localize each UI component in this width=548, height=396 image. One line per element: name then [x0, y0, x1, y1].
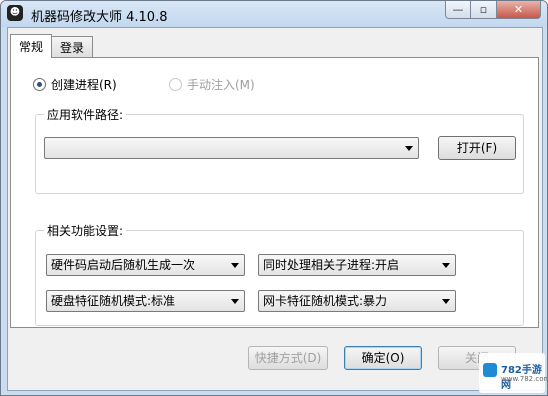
software-path-label: 应用软件路径: — [44, 106, 127, 123]
dropdown-arrow-icon — [405, 146, 413, 151]
tab-login[interactable]: 登录 — [52, 36, 94, 58]
disk-mode-value: 硬盘特征随机模式:标准 — [51, 294, 176, 308]
maximize-icon: ▫ — [479, 3, 488, 16]
app-icon: ☻ — [7, 5, 23, 21]
radio-create-process[interactable]: 创建进程(R) — [33, 76, 117, 93]
maximize-button[interactable]: ▫ — [471, 1, 497, 19]
shortcut-button: 快捷方式(D) — [248, 346, 328, 370]
settings-label: 相关功能设置: — [44, 222, 127, 239]
watermark-url: www.782.com — [501, 375, 548, 383]
child-process-value: 同时处理相关子进程:开启 — [263, 258, 400, 272]
close-icon: ✕ — [513, 3, 524, 16]
window-title: 机器码修改大师 4.10.8 — [31, 10, 168, 25]
radio-button-disabled — [169, 78, 182, 91]
site-watermark: 782手游网 www.782.com — [479, 353, 548, 393]
watermark-logo-icon — [483, 363, 497, 377]
minimize-button[interactable]: — — [445, 1, 471, 19]
radio-manual-inject: 手动注入(M) — [169, 76, 255, 93]
radio-create-process-label: 创建进程(R) — [51, 78, 117, 92]
tab-general[interactable]: 常规 — [10, 34, 53, 58]
window-controls: — ▫ ✕ — [445, 1, 541, 20]
disk-mode-select[interactable]: 硬盘特征随机模式:标准 — [46, 290, 245, 312]
hardware-code-select[interactable]: 硬件码启动后随机生成一次 — [46, 254, 245, 276]
software-path-group: 应用软件路径: 打开(F) — [35, 106, 524, 194]
close-window-button[interactable]: ✕ — [497, 1, 541, 19]
hardware-code-value: 硬件码启动后随机生成一次 — [51, 258, 196, 272]
tab-panel-general: 创建进程(R) 手动注入(M) 应用软件路径: 打开(F) 相关功能设置: 硬件… — [10, 57, 539, 328]
settings-group: 相关功能设置: 硬件码启动后随机生成一次 同时处理相关子进程:开启 硬盘特征随机… — [35, 222, 524, 326]
dropdown-arrow-icon — [231, 299, 239, 304]
dropdown-arrow-icon — [442, 299, 450, 304]
app-window: ☻ 机器码修改大师 4.10.8 — ▫ ✕ 常规 登录 创建进程(R) 手动注… — [0, 0, 548, 396]
minimize-icon: — — [452, 3, 464, 16]
ok-button[interactable]: 确定(O) — [344, 346, 422, 370]
child-process-select[interactable]: 同时处理相关子进程:开启 — [258, 254, 456, 276]
title-bar[interactable]: ☻ 机器码修改大师 4.10.8 — ▫ ✕ — [1, 1, 547, 27]
dropdown-arrow-icon — [231, 263, 239, 268]
software-path-combobox[interactable] — [44, 137, 419, 159]
dialog-body: 常规 登录 创建进程(R) 手动注入(M) 应用软件路径: 打开(F) 相关功能… — [7, 27, 543, 391]
nic-mode-select[interactable]: 网卡特征随机模式:暴力 — [258, 290, 456, 312]
tab-strip: 常规 登录 — [10, 34, 94, 58]
nic-mode-value: 网卡特征随机模式:暴力 — [263, 294, 388, 308]
open-file-button[interactable]: 打开(F) — [438, 136, 516, 160]
dropdown-arrow-icon — [442, 263, 450, 268]
radio-button-checked[interactable] — [33, 78, 46, 91]
radio-manual-inject-label: 手动注入(M) — [187, 78, 255, 92]
